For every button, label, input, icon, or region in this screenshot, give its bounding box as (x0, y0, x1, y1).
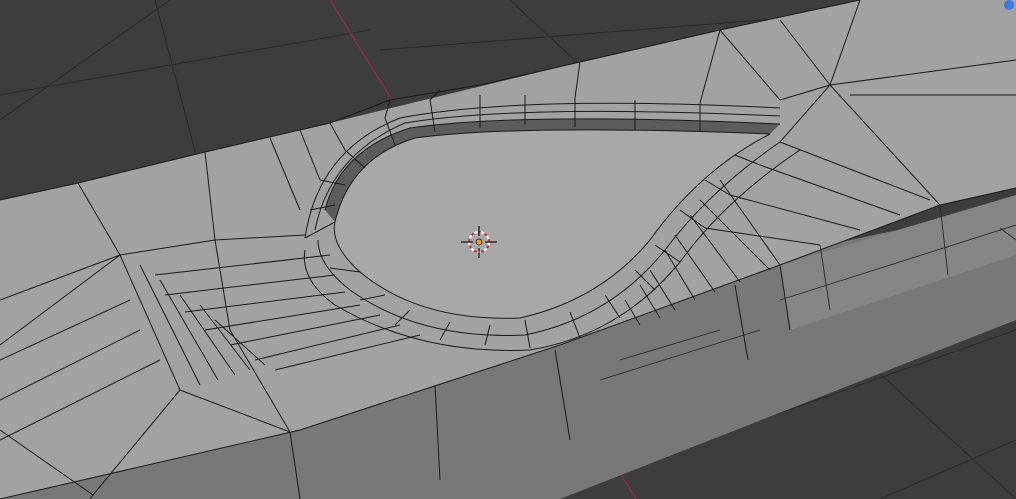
navigation-gizmo-icon[interactable] (1004, 0, 1014, 10)
viewport-scene[interactable] (0, 0, 1016, 499)
3d-viewport[interactable] (0, 0, 1016, 499)
